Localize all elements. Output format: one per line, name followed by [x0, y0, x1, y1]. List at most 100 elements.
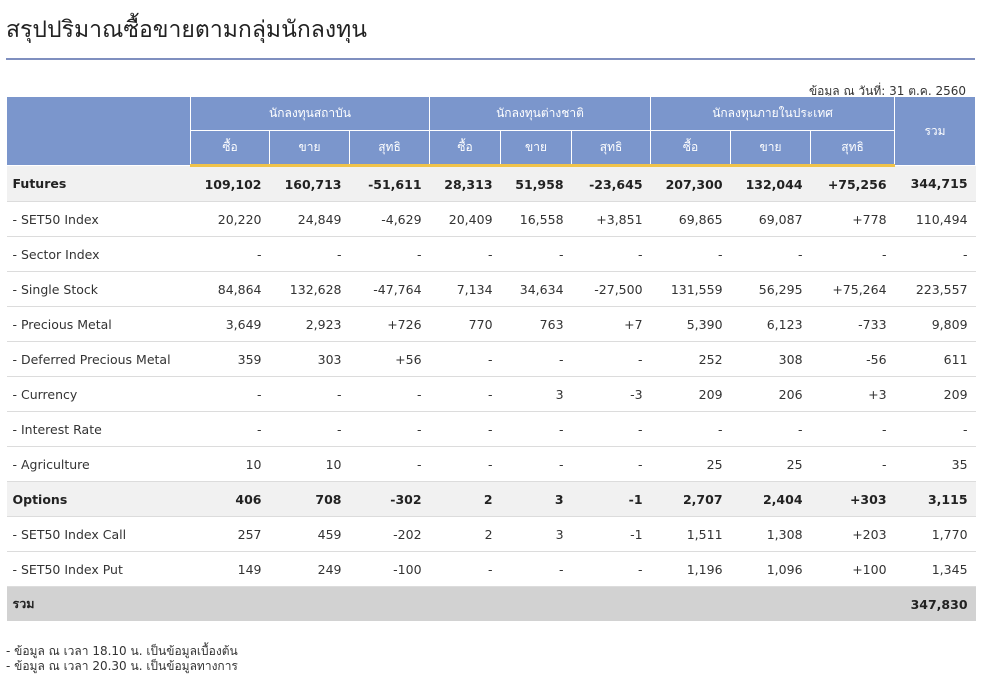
cell-local-sell: 6,123 [730, 306, 811, 342]
header-net: สุทธิ [348, 130, 431, 167]
cell-local-net: -56 [810, 341, 895, 377]
cell-foreign-buy: - [429, 446, 501, 482]
header-buy: ซื้อ [190, 130, 270, 167]
cell-total: 209 [894, 376, 976, 412]
page-title: สรุปปริมาณซื้อขายตามกลุ่มนักลงทุน [6, 17, 367, 43]
cell-local-sell: 1,096 [730, 551, 811, 587]
cell-foreign-sell: - [500, 341, 572, 377]
cell-local-buy: 69,865 [650, 201, 731, 237]
cell-foreign-sell: - [500, 411, 572, 447]
cell-local-net: +203 [810, 516, 895, 552]
cell-foreign-sell: 34,634 [500, 271, 572, 307]
cell-foreign-buy: - [429, 376, 501, 412]
cell-local-buy: 1,196 [650, 551, 731, 587]
cell-inst-buy: 149 [190, 551, 270, 587]
table-row: - Interest Rate - - - - - - - - - - [6, 411, 976, 447]
cell-foreign-sell: - [500, 236, 572, 272]
cell-local-sell: - [730, 411, 811, 447]
cell-total: - [894, 236, 976, 272]
total-row: รวม 347,830 [6, 586, 976, 621]
cell-total: 1,345 [894, 551, 976, 587]
cell-inst-buy: 3,649 [190, 306, 270, 342]
group-row: Options 406 708 -302 2 3 -1 2,707 2,404 +303 3,115 [6, 481, 976, 517]
row-label: Options [6, 481, 191, 517]
row-label: - Single Stock [6, 271, 191, 307]
table-row: - SET50 Index Call 257 459 -202 2 3 -1 1,511 1,3… [6, 516, 976, 552]
cell-inst-net: +56 [349, 341, 430, 377]
cell-local-buy: 2,707 [650, 481, 731, 517]
table-row: - Sector Index - - - - - - - - - - [6, 236, 976, 272]
cell-foreign-buy: 7,134 [429, 271, 501, 307]
header-buy: ซื้อ [650, 130, 732, 167]
cell-foreign-sell: 51,958 [500, 165, 572, 202]
cell-foreign-buy: 20,409 [429, 201, 501, 237]
cell-foreign-buy: 2 [429, 481, 501, 517]
cell-local-net: +75,264 [810, 271, 895, 307]
header-sell: ขาย [269, 130, 350, 167]
cell-inst-buy: - [190, 411, 270, 447]
cell-foreign-buy: - [429, 236, 501, 272]
row-label: Futures [6, 165, 191, 202]
group-row: Futures 109,102 160,713 -51,611 28,313 51,958… [6, 165, 976, 202]
cell-local-net: - [810, 411, 895, 447]
cell-total: 223,557 [894, 271, 976, 307]
cell-local-net: +3 [810, 376, 895, 412]
header-total: รวม [894, 96, 977, 166]
footnotes: - ข้อมูล ณ เวลา 18.10 น. เป็นข้อมูลเบื้อ… [6, 644, 238, 674]
cell-foreign-sell: 3 [500, 516, 572, 552]
cell-foreign-net: - [571, 341, 651, 377]
title-divider [6, 58, 975, 60]
cell-foreign-net: -23,645 [571, 165, 651, 202]
investor-summary-table: นักลงทุนสถาบัน นักลงทุนต่างชาติ นักลงทุน… [6, 96, 977, 621]
cell-local-net: - [810, 236, 895, 272]
cell-local-buy: - [650, 236, 731, 272]
header-net: สุทธิ [571, 130, 652, 167]
cell-foreign-net: - [571, 411, 651, 447]
cell-local-net: +303 [810, 481, 895, 517]
cell-foreign-net: -1 [571, 481, 651, 517]
table-row: - SET50 Index 20,220 24,849 -4,629 20,409 16,… [6, 201, 976, 237]
cell-foreign-sell: 16,558 [500, 201, 572, 237]
cell-inst-sell: 249 [269, 551, 350, 587]
table-body: Futures 109,102 160,713 -51,611 28,313 51,958… [6, 165, 976, 587]
header-sell: ขาย [730, 130, 812, 167]
row-label: - SET50 Index Call [6, 516, 191, 552]
cell-local-sell: 25 [730, 446, 811, 482]
cell-inst-net: -51,611 [349, 165, 430, 202]
cell-inst-net: -302 [349, 481, 430, 517]
cell-inst-net: -4,629 [349, 201, 430, 237]
cell-local-sell: 132,044 [730, 165, 811, 202]
cell-inst-sell: 24,849 [269, 201, 350, 237]
cell-local-net: +100 [810, 551, 895, 587]
cell-inst-buy: 10 [190, 446, 270, 482]
table-row: - SET50 Index Put 149 249 -100- - -1,196 1,096… [6, 551, 976, 587]
cell-foreign-sell: - [500, 446, 572, 482]
cell-local-net: - [810, 446, 895, 482]
row-label: - Precious Metal [6, 306, 191, 342]
cell-local-buy: 25 [650, 446, 731, 482]
cell-inst-sell: - [269, 376, 350, 412]
footnote: - ข้อมูล ณ เวลา 18.10 น. เป็นข้อมูลเบื้อ… [6, 644, 238, 658]
cell-local-net: +778 [810, 201, 895, 237]
cell-inst-sell: 708 [269, 481, 350, 517]
cell-total: 3,115 [894, 481, 976, 517]
cell-inst-net: +726 [349, 306, 430, 342]
row-label: - Currency [6, 376, 191, 412]
header-buy: ซื้อ [429, 130, 502, 167]
cell-local-net: +75,256 [810, 165, 895, 202]
cell-local-sell: 206 [730, 376, 811, 412]
cell-foreign-buy: - [429, 341, 501, 377]
cell-local-buy: 131,559 [650, 271, 731, 307]
cell-inst-net: - [349, 411, 430, 447]
cell-foreign-buy: 28,313 [429, 165, 501, 202]
cell-foreign-buy: 770 [429, 306, 501, 342]
cell-total: 110,494 [894, 201, 976, 237]
header-sell: ขาย [500, 130, 573, 167]
cell-local-buy: 1,511 [650, 516, 731, 552]
cell-inst-sell: 132,628 [269, 271, 350, 307]
footnote: - ข้อมูล ณ เวลา 20.30 น. เป็นข้อมูลทางกา… [6, 659, 238, 673]
table-row: - Currency - - - -3 -3 209 206 +3 209 [6, 376, 976, 412]
cell-foreign-net: -27,500 [571, 271, 651, 307]
cell-total: 35 [894, 446, 976, 482]
table-row: - Precious Metal 3,649 2,923 +726 770 763 +7 5,… [6, 306, 976, 342]
